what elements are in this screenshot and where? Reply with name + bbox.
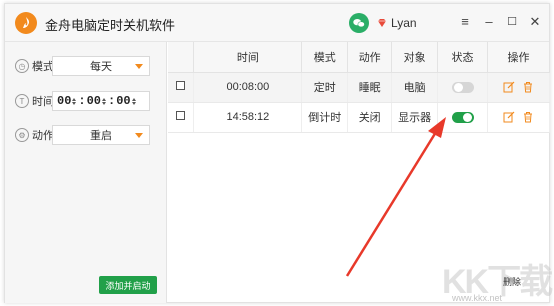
- action-value: 重启: [90, 130, 112, 142]
- edit-icon[interactable]: [503, 81, 515, 93]
- row-time: 14:58:12: [193, 102, 303, 133]
- row-mode: 倒计时: [301, 102, 349, 133]
- header-mode: 模式: [301, 42, 349, 73]
- header-operations: 操作: [487, 42, 550, 73]
- app-logo-icon: [15, 12, 37, 34]
- task-table: 时间 模式 动作 对象 状态 操作 00:08:00 定时 睡眠 电脑 14:5…: [168, 42, 550, 133]
- edit-icon[interactable]: [503, 111, 515, 123]
- wechat-icon[interactable]: [349, 13, 369, 33]
- row-time: 00:08:00: [193, 72, 303, 103]
- trash-icon[interactable]: [522, 81, 534, 93]
- table-header-row: 时间 模式 动作 对象 状态 操作: [168, 42, 550, 73]
- minute-stepper[interactable]: [102, 97, 107, 105]
- row-action: 关闭: [347, 102, 393, 133]
- table-row: 14:58:12 倒计时 关闭 显示器: [168, 102, 550, 133]
- delete-button[interactable]: 删除: [503, 275, 521, 288]
- app-title: 金舟电脑定时关机软件: [45, 18, 176, 33]
- second-field[interactable]: 00: [116, 94, 136, 108]
- second-stepper[interactable]: [131, 97, 136, 105]
- timer-icon: T: [15, 94, 29, 108]
- row-action: 睡眠: [347, 72, 393, 103]
- header-target: 对象: [391, 42, 439, 73]
- header-status: 状态: [437, 42, 489, 73]
- vip-diamond-icon: [378, 19, 386, 27]
- chevron-down-icon: [135, 133, 143, 138]
- row-checkbox[interactable]: [176, 81, 186, 90]
- settings-panel: ◷ 模式 每天 T 时间 00 : 00 : 00 ⚙ 动作 重启 添加并启动: [5, 42, 167, 303]
- mode-value: 每天: [90, 61, 112, 73]
- time-input[interactable]: 00 : 00 : 00: [52, 91, 150, 111]
- chevron-down-icon: [135, 64, 143, 69]
- header-select: [168, 42, 195, 73]
- trash-icon[interactable]: [522, 111, 534, 123]
- minute-field[interactable]: 00: [87, 94, 107, 108]
- watermark-url: www.kkx.net: [452, 293, 503, 303]
- row-target: 电脑: [391, 72, 439, 103]
- maximize-button[interactable]: ☐: [504, 14, 520, 30]
- close-button[interactable]: ✕: [527, 14, 543, 30]
- menu-icon[interactable]: ≡: [457, 14, 473, 30]
- status-toggle[interactable]: [451, 111, 474, 123]
- mode-select[interactable]: 每天: [52, 56, 150, 76]
- status-toggle[interactable]: [451, 81, 474, 93]
- row-mode: 定时: [301, 72, 349, 103]
- hour-stepper[interactable]: [72, 97, 77, 105]
- header-action: 动作: [347, 42, 393, 73]
- hour-field[interactable]: 00: [57, 94, 77, 108]
- action-select[interactable]: 重启: [52, 125, 150, 145]
- clock-icon: ◷: [15, 59, 29, 73]
- header-time: 时间: [193, 42, 303, 73]
- table-row: 00:08:00 定时 睡眠 电脑: [168, 72, 550, 103]
- row-checkbox[interactable]: [176, 111, 186, 120]
- username[interactable]: Lyan: [391, 16, 417, 30]
- row-target: 显示器: [391, 102, 439, 133]
- minimize-button[interactable]: –: [481, 14, 497, 30]
- title-bar: 金舟电脑定时关机软件 Lyan ≡ – ☐ ✕: [5, 4, 549, 42]
- action-icon: ⚙: [15, 128, 29, 142]
- add-and-start-button[interactable]: 添加并启动: [99, 276, 157, 294]
